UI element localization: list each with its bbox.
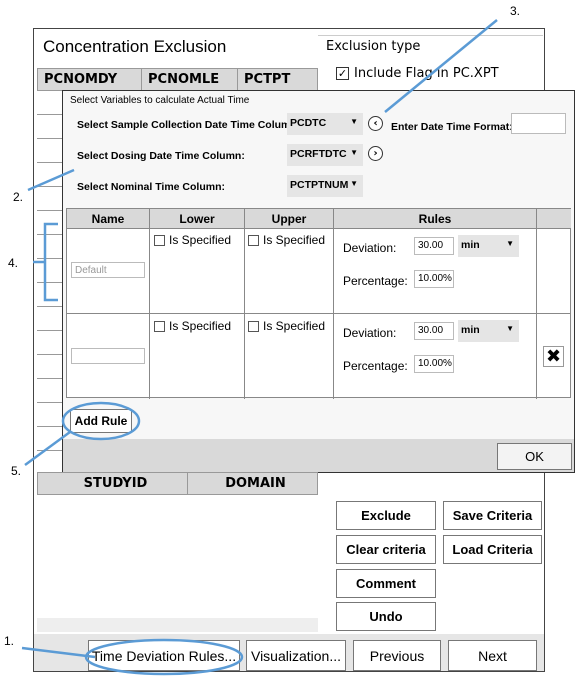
annotation-overlay bbox=[21, 19, 498, 676]
annotation-4: 4. bbox=[8, 256, 19, 270]
annotation-3: 3. bbox=[510, 4, 521, 18]
annotation-line-3 bbox=[384, 19, 498, 113]
annotation-5: 5. bbox=[11, 464, 22, 478]
annotation-bracket-4 bbox=[33, 222, 58, 302]
annotation-2: 2. bbox=[13, 190, 24, 204]
annotation-line-2 bbox=[27, 168, 75, 192]
annotation-ellipse-5 bbox=[61, 401, 141, 441]
annotation-1: 1. bbox=[4, 634, 15, 648]
annotation-ellipse-1 bbox=[84, 638, 244, 676]
annotation-line-5 bbox=[24, 430, 71, 467]
annotation-line-1 bbox=[21, 646, 96, 659]
